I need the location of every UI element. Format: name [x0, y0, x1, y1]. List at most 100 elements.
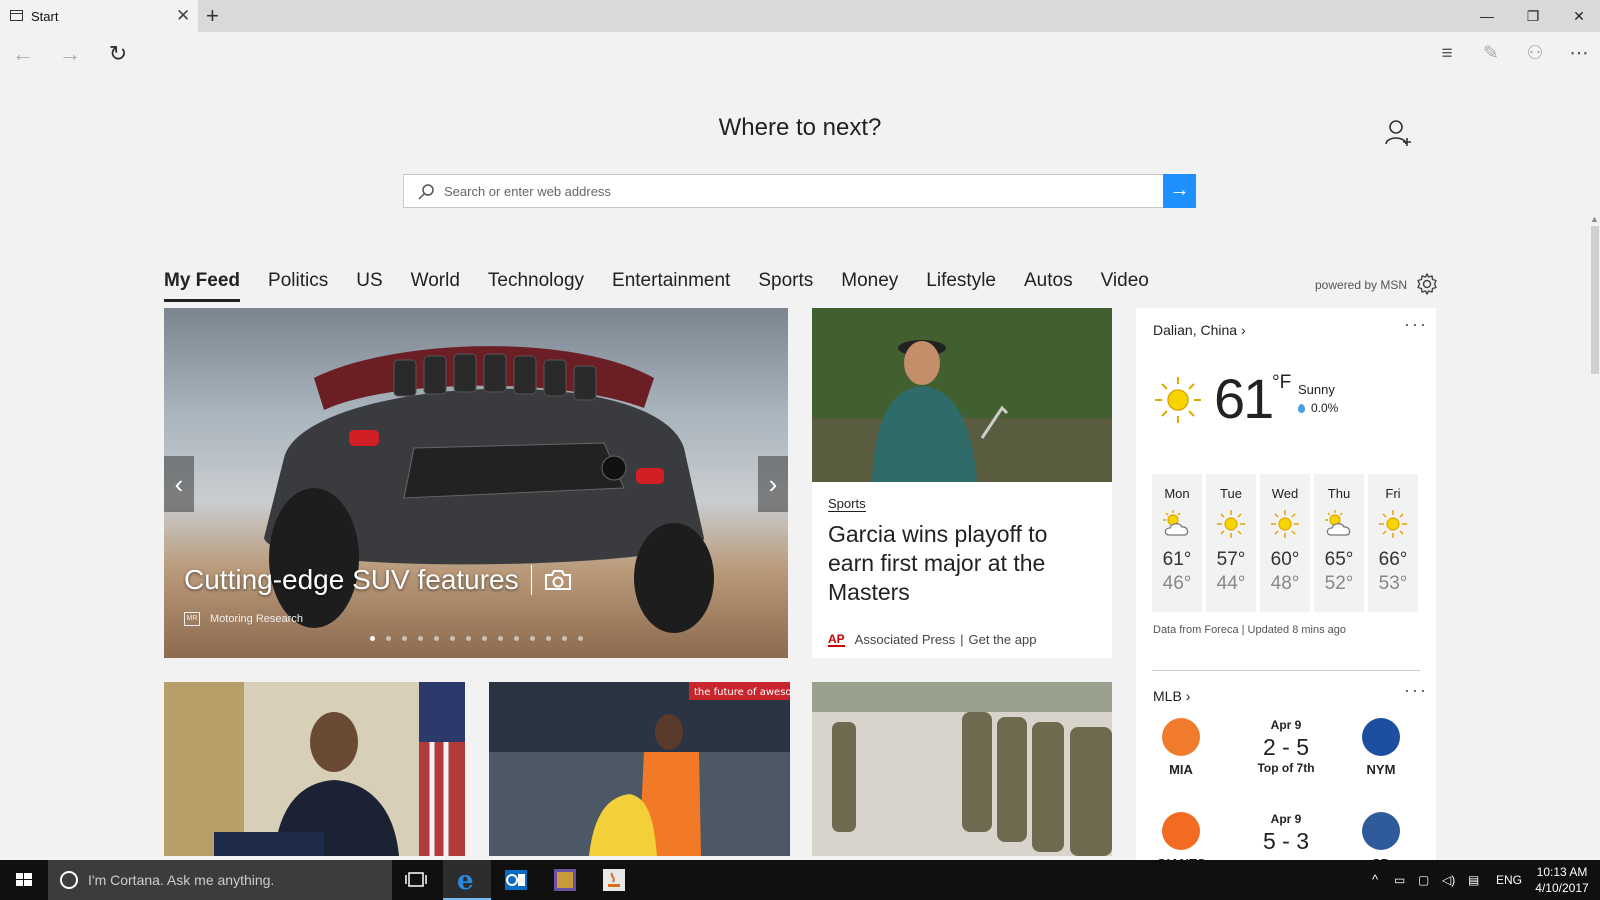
forecast-day[interactable]: Wed 60° 48°	[1260, 474, 1310, 612]
go-button[interactable]: →	[1163, 174, 1196, 208]
show-hidden-icons[interactable]: ^	[1372, 860, 1378, 900]
tab-lifestyle[interactable]: Lifestyle	[926, 270, 996, 302]
slide-dot[interactable]	[402, 636, 407, 641]
restore-button[interactable]: ❐	[1510, 0, 1556, 32]
forecast-day[interactable]: Mon 61° 46°	[1152, 474, 1202, 612]
slide-dot[interactable]	[562, 636, 567, 641]
slide-dot[interactable]	[386, 636, 391, 641]
slide-dot[interactable]	[578, 636, 583, 641]
close-tab-icon[interactable]: ✕	[176, 6, 190, 26]
basketball-photo: the future of awesome	[489, 682, 790, 856]
volume-icon[interactable]: ◁)	[1442, 860, 1455, 900]
partly-cloudy-icon	[1322, 509, 1356, 539]
forecast-day[interactable]: Thu 65° 52°	[1314, 474, 1364, 612]
address-input[interactable]	[444, 175, 1144, 207]
gear-icon[interactable]	[1415, 272, 1439, 296]
slide-dot[interactable]	[498, 636, 503, 641]
back-button[interactable]: ←	[6, 38, 40, 70]
cortana-search[interactable]: I'm Cortana. Ask me anything.	[48, 860, 392, 900]
hero-source: MR Motoring Research	[184, 612, 303, 626]
slide-dot[interactable]	[482, 636, 487, 641]
web-note-button[interactable]: ✎	[1474, 38, 1508, 70]
slide-dot[interactable]	[546, 636, 551, 641]
news-tile-world[interactable]	[812, 682, 1112, 856]
page-scrollbar[interactable]: ▲	[1588, 214, 1600, 860]
slide-dot[interactable]	[434, 636, 439, 641]
photos-taskbar-button[interactable]	[541, 860, 589, 900]
cortana-placeholder: I'm Cortana. Ask me anything.	[88, 872, 275, 888]
hub-button[interactable]: ≡	[1430, 38, 1464, 70]
get-app-link[interactable]: Get the app	[969, 632, 1037, 647]
scroll-up-icon[interactable]: ▲	[1590, 214, 1599, 224]
slide-dot[interactable]	[418, 636, 423, 641]
news-tile-politics[interactable]	[164, 682, 465, 856]
card-category[interactable]: Sports	[828, 496, 866, 512]
close-window-button[interactable]: ✕	[1556, 0, 1600, 32]
news-tile-sports[interactable]: the future of awesome	[489, 682, 790, 856]
news-card-golf[interactable]: Sports Garcia wins playoff to earn first…	[812, 308, 1112, 658]
refresh-button[interactable]: ↻	[101, 38, 135, 70]
raindrop-icon	[1298, 403, 1305, 413]
nav-toolbar: ← → ↻ ≡ ✎ ⚇ ⋯	[0, 32, 1600, 76]
slide-dot[interactable]	[370, 636, 375, 641]
sun-icon	[1214, 509, 1248, 539]
card-headline[interactable]: Garcia wins playoff to earn first major …	[828, 520, 1098, 607]
hero-slideshow[interactable]: ‹ › Cutting-edge SUV features MR Motorin…	[164, 308, 788, 658]
team-logo	[1362, 812, 1400, 850]
game-date: Apr 9	[1270, 718, 1302, 732]
tab-politics[interactable]: Politics	[268, 270, 328, 302]
weather-location[interactable]: Dalian, China ›	[1153, 322, 1246, 338]
add-user-icon[interactable]	[1384, 118, 1414, 148]
java-taskbar-button[interactable]	[590, 860, 638, 900]
high-temp: 60°	[1270, 549, 1300, 570]
outlook-taskbar-button[interactable]	[492, 860, 540, 900]
tab-money[interactable]: Money	[841, 270, 898, 302]
mlb-header[interactable]: MLB ›	[1153, 688, 1190, 704]
tab-sports[interactable]: Sports	[758, 270, 813, 302]
minimize-button[interactable]: —	[1464, 0, 1510, 32]
forward-button[interactable]: →	[53, 38, 87, 70]
slide-dot[interactable]	[466, 636, 471, 641]
notifications-icon[interactable]: ▤	[1468, 860, 1479, 900]
tab-video[interactable]: Video	[1101, 270, 1149, 302]
tab-my-feed[interactable]: My Feed	[164, 270, 241, 302]
team-logo	[1162, 718, 1200, 756]
prev-slide-button[interactable]: ‹	[164, 456, 194, 512]
mlb-game[interactable]: MIA Apr 9 2 - 5 Top of 7th NYM	[1152, 718, 1420, 788]
edge-taskbar-button[interactable]: e	[443, 860, 491, 900]
forecast-day[interactable]: Tue 57° 44°	[1206, 474, 1256, 612]
low-temp: 44°	[1216, 573, 1246, 594]
cortana-icon	[60, 871, 78, 889]
camera-icon	[544, 570, 571, 590]
powered-by-label: powered by MSN	[1315, 278, 1408, 292]
tab-autos[interactable]: Autos	[1024, 270, 1073, 302]
windows-start-icon[interactable]	[0, 860, 48, 900]
game-info: Apr 9 2 - 5 Top of 7th	[1236, 718, 1336, 775]
slide-dot[interactable]	[514, 636, 519, 641]
next-slide-button[interactable]: ›	[758, 456, 788, 512]
slide-dot[interactable]	[450, 636, 455, 641]
new-tab-button[interactable]: +	[206, 3, 219, 29]
hero-caption[interactable]: Cutting-edge SUV features	[184, 564, 572, 596]
tab-world[interactable]: World	[411, 270, 460, 302]
tab-entertainment[interactable]: Entertainment	[612, 270, 730, 302]
share-button[interactable]: ⚇	[1518, 38, 1552, 70]
weather-more-button[interactable]: ···	[1404, 314, 1428, 335]
mlb-more-button[interactable]: ···	[1404, 680, 1428, 701]
browser-tab[interactable]: Start ✕	[0, 0, 198, 32]
tab-technology[interactable]: Technology	[488, 270, 584, 302]
network-icon[interactable]: ▢	[1418, 860, 1429, 900]
clock[interactable]: 10:13 AM 4/10/2017	[1526, 864, 1598, 896]
game-score: 2 - 5	[1262, 734, 1310, 760]
tab-title: Start	[31, 9, 59, 24]
ap-logo: AP	[828, 631, 845, 647]
battery-icon[interactable]: ▭	[1394, 860, 1405, 900]
golfer-photo	[812, 308, 1112, 482]
scroll-thumb[interactable]	[1591, 226, 1599, 374]
task-view-icon[interactable]	[392, 860, 440, 900]
slide-dot[interactable]	[530, 636, 535, 641]
more-button[interactable]: ⋯	[1562, 38, 1596, 70]
language-indicator[interactable]: ENG	[1496, 860, 1522, 900]
tab-us[interactable]: US	[356, 270, 382, 302]
forecast-day[interactable]: Fri 66° 53°	[1368, 474, 1418, 612]
